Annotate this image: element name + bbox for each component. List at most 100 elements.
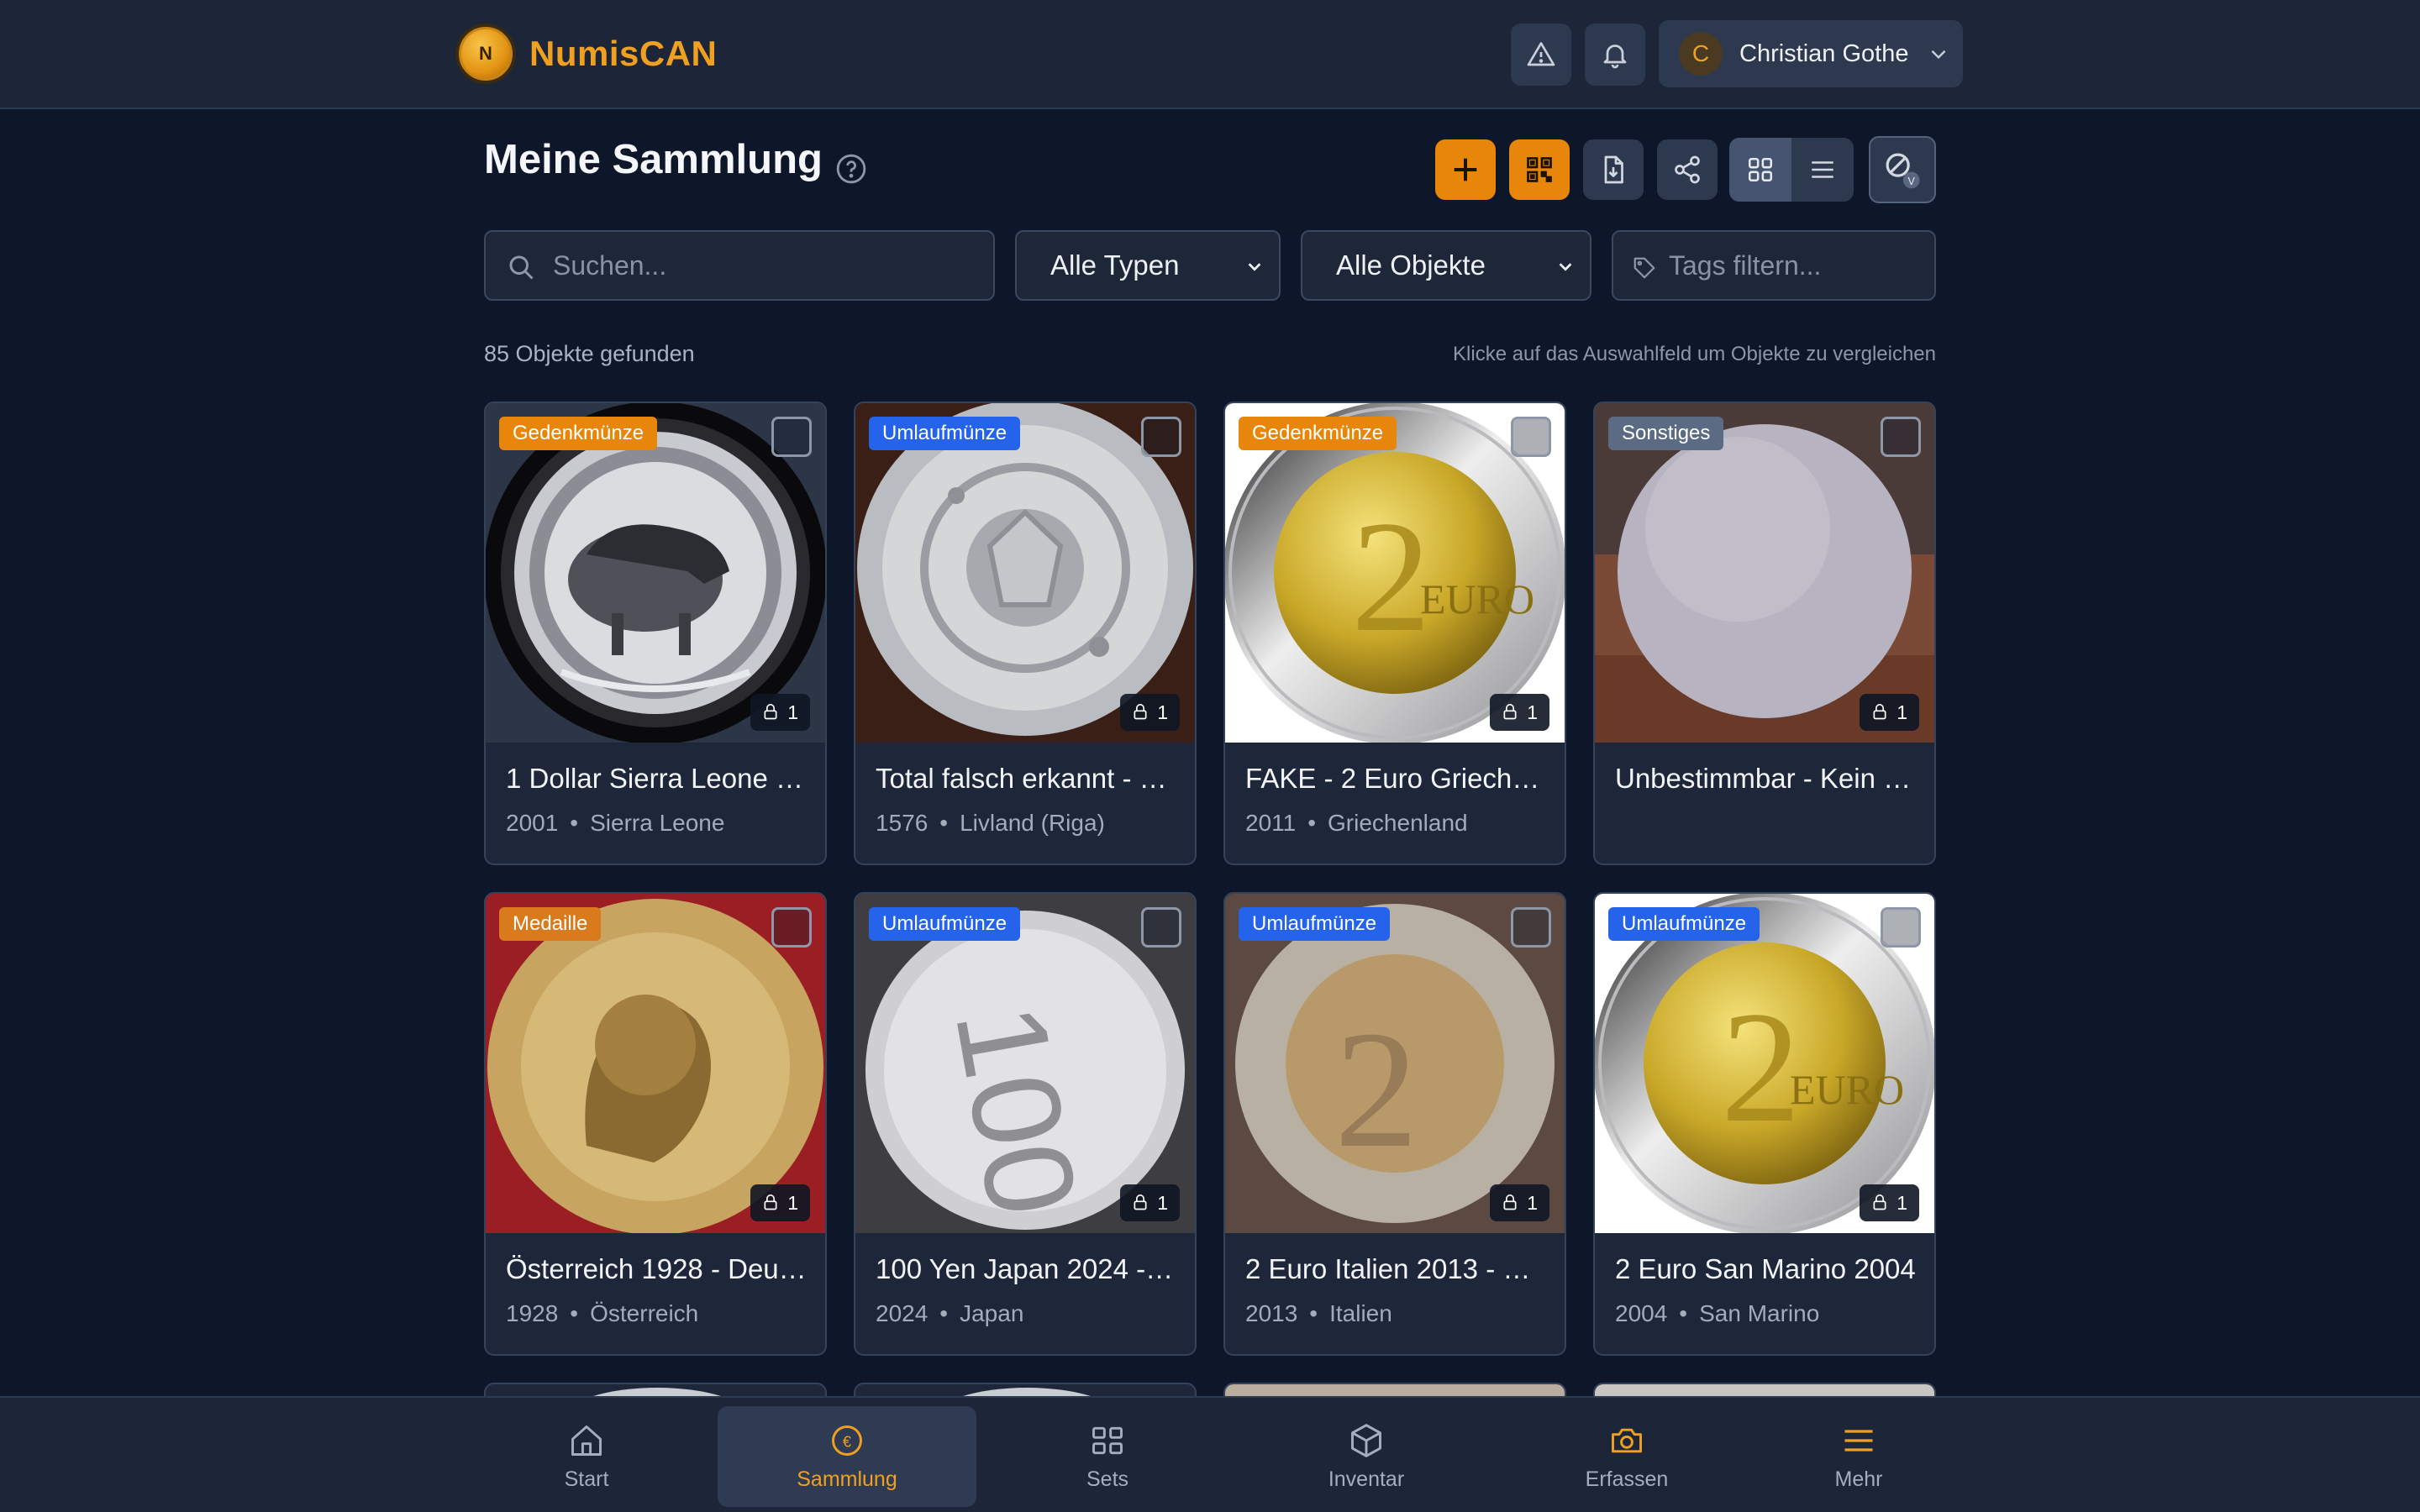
card-country: Japan	[960, 1300, 1024, 1326]
nav-sets[interactable]: Sets	[978, 1406, 1237, 1507]
nav-inventar[interactable]: Inventar	[1237, 1406, 1496, 1507]
user-name: Christian Gothe	[1739, 39, 1909, 67]
nav-start[interactable]: Start	[457, 1406, 716, 1507]
top-bar: N NumisCAN C Christian Gothe	[0, 0, 2420, 109]
collection-card[interactable]: 2 Umlaufmünze 1 2 Euro Italien 2013 - Da…	[1223, 892, 1566, 1356]
compare-checkbox[interactable]	[1881, 907, 1921, 948]
share-icon	[1675, 155, 1700, 184]
add-object-button[interactable]	[1435, 139, 1496, 200]
card-title: Unbestimmbar - Kein Objekt erkannt	[1615, 763, 1919, 794]
compare-checkbox[interactable]	[771, 907, 812, 948]
search-input[interactable]: Suchen...	[484, 230, 995, 301]
svg-text:EURO: EURO	[1420, 575, 1534, 622]
svg-text:EURO: EURO	[1790, 1066, 1904, 1113]
compare-checkbox[interactable]	[771, 417, 812, 457]
compare-checkbox[interactable]	[1881, 417, 1921, 457]
quantity-badge: 1	[1490, 694, 1549, 731]
home-icon	[571, 1425, 602, 1456]
card-meta: 2024 • Japan	[876, 1300, 1024, 1326]
nav-mehr[interactable]: Mehr	[1729, 1406, 1988, 1507]
quantity-badge: 1	[750, 694, 810, 731]
list-view-button[interactable]	[1791, 138, 1854, 202]
app-logo[interactable]: N NumisCAN	[455, 22, 717, 86]
card-meta: 2004 • San Marino	[1615, 1300, 1820, 1326]
export-button[interactable]	[1583, 139, 1644, 200]
compare-hint: Klicke auf das Auswahlfeld um Objekte zu…	[1453, 343, 1936, 365]
nav-erfassen[interactable]: Erfassen	[1497, 1406, 1756, 1507]
quantity-badge: 1	[1860, 694, 1919, 731]
card-year: 1928	[506, 1300, 559, 1326]
svg-text:2: 2	[1721, 979, 1801, 1156]
svg-text:€: €	[843, 1432, 851, 1450]
svg-text:V: V	[1908, 176, 1916, 187]
list-icon	[1812, 161, 1833, 178]
quantity-value: 1	[1157, 701, 1168, 723]
compare-checkbox[interactable]	[1511, 907, 1551, 948]
collection-card[interactable]: Medaille 1 Österreich 1928 - Deutscher S…	[484, 892, 827, 1356]
tags-filter-input[interactable]: Tags filtern...	[1612, 230, 1936, 301]
chevron-down-icon	[1931, 50, 1945, 60]
card-title: 100 Yen Japan 2024 - Umlaufmünze	[876, 1253, 1180, 1284]
collection-card[interactable]: 2 EURO Umlaufmünze 1 2 Euro San Marino 2…	[1593, 892, 1936, 1356]
card-meta: 2013 • Italien	[1245, 1300, 1392, 1326]
share-button[interactable]	[1657, 139, 1718, 200]
qr-code-icon	[1527, 157, 1552, 182]
card-country: Österreich	[590, 1300, 699, 1326]
qr-scan-button[interactable]	[1509, 139, 1570, 200]
box-icon	[1351, 1423, 1381, 1457]
user-menu-button[interactable]: C Christian Gothe	[1659, 20, 1963, 87]
type-badge: Umlaufmünze	[1608, 907, 1760, 941]
card-country: Sierra Leone	[590, 810, 725, 836]
bottom-nav: Start € Sammlung Sets Inventar Erfassen …	[0, 1396, 2420, 1512]
alerts-button[interactable]	[1511, 24, 1571, 86]
chevron-down-icon	[1559, 263, 1572, 271]
compare-button[interactable]: V	[1869, 136, 1936, 203]
compare-checkbox[interactable]	[1511, 417, 1551, 457]
collection-card[interactable]: Gedenkmünze 1 1 Dollar Sierra Leone 2001…	[484, 402, 827, 865]
menu-icon	[1844, 1429, 1873, 1452]
plus-icon	[1454, 158, 1477, 181]
warning-icon	[1527, 42, 1555, 66]
results-count: 85 Objekte gefunden	[484, 341, 695, 366]
notifications-button[interactable]	[1585, 24, 1645, 86]
type-badge: Umlaufmünze	[869, 907, 1021, 941]
file-download-icon	[1604, 155, 1623, 184]
object-select[interactable]: Alle Objekte	[1301, 230, 1591, 301]
quantity-badge: 1	[1490, 1184, 1549, 1221]
help-icon[interactable]	[835, 153, 867, 185]
grid-icon	[1092, 1426, 1123, 1454]
collection-card[interactable]: 100 Umlaufmünze 1 100 Yen Japan 2024 - U…	[854, 892, 1197, 1356]
tags-placeholder: Tags filtern...	[1669, 249, 1822, 281]
box-icon	[764, 1194, 777, 1210]
compare-coins-icon: V	[1886, 153, 1920, 189]
quantity-value: 1	[1527, 701, 1538, 723]
card-year: 1576	[876, 810, 929, 836]
quantity-badge: 1	[1120, 694, 1180, 731]
card-meta: 1928 • Österreich	[506, 1300, 699, 1326]
compare-checkbox[interactable]	[1141, 417, 1181, 457]
grid-icon	[1748, 157, 1773, 182]
compare-checkbox[interactable]	[1141, 907, 1181, 948]
type-select[interactable]: Alle Typen	[1015, 230, 1281, 301]
quantity-value: 1	[1157, 1191, 1168, 1214]
grid-view-button[interactable]	[1729, 138, 1791, 202]
collection-card[interactable]: Umlaufmünze 1 Total falsch erkannt - 157…	[854, 402, 1197, 865]
quantity-value: 1	[787, 701, 798, 723]
card-country: San Marino	[1699, 1300, 1820, 1326]
svg-text:2: 2	[1351, 489, 1431, 665]
card-title: 2 Euro Italien 2013 - Dante	[1245, 1253, 1549, 1284]
chevron-down-icon	[1248, 263, 1261, 271]
type-badge: Gedenkmünze	[499, 417, 658, 450]
search-icon	[509, 255, 534, 280]
nav-sammlung[interactable]: € Sammlung	[718, 1406, 976, 1507]
card-country: Italien	[1329, 1300, 1392, 1326]
page-title: Meine Sammlung	[484, 137, 823, 182]
collection-card[interactable]: 2 EURO Gedenkmünze 1 FAKE - 2 Euro Griec…	[1223, 402, 1566, 865]
quantity-value: 1	[787, 1191, 798, 1214]
collection-card[interactable]: Sonstiges 1 Unbestimmbar - Kein Objekt e…	[1593, 402, 1936, 865]
card-year: 2013	[1245, 1300, 1298, 1326]
quantity-badge: 1	[1860, 1184, 1919, 1221]
tag-icon	[1634, 257, 1655, 279]
box-icon	[1873, 1194, 1886, 1210]
quantity-badge: 1	[750, 1184, 810, 1221]
